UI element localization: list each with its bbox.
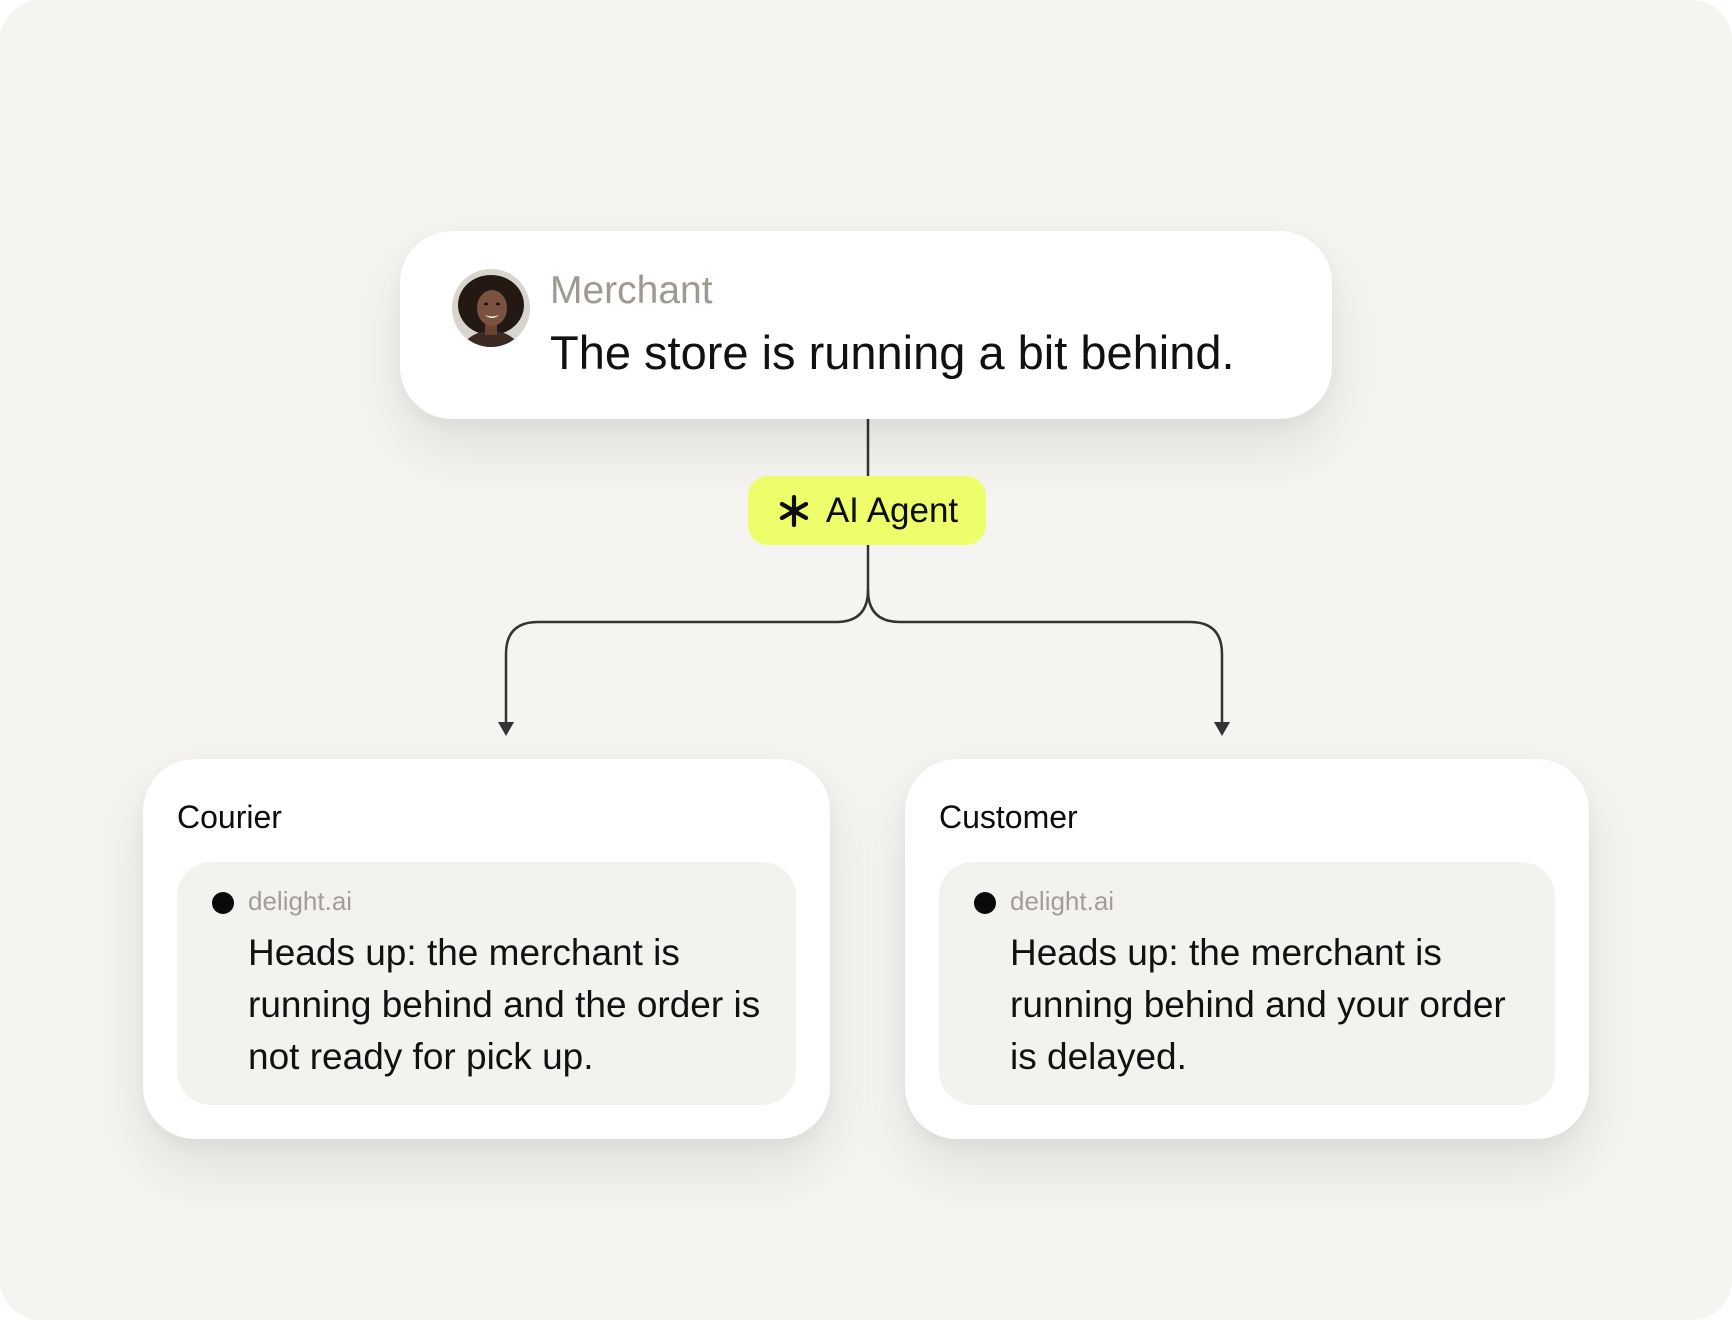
agent-to-courier-line <box>504 545 870 722</box>
customer-notification-sender: delight.ai <box>1010 886 1115 916</box>
customer-arrowhead <box>1214 722 1230 736</box>
asterisk-icon <box>779 494 809 527</box>
merchant-name: Merchant <box>550 269 713 312</box>
merchant-avatar <box>452 269 530 347</box>
courier-card: Courier delight.ai Heads up: the merchan… <box>143 759 830 1139</box>
courier-notification-text: Heads up: the merchant is running behind… <box>248 932 761 1077</box>
customer-notification: delight.ai Heads up: the merchant is run… <box>939 862 1555 1105</box>
merchant-message-card: Merchant The store is running a bit behi… <box>400 231 1332 419</box>
ai-agent-label: AI Agent <box>825 490 959 530</box>
courier-notification: delight.ai Heads up: the merchant is run… <box>177 862 796 1105</box>
courier-arrowhead <box>498 722 514 736</box>
courier-notification-sender: delight.ai <box>248 886 353 916</box>
sender-dot-icon <box>212 892 234 914</box>
courier-title: Courier <box>177 799 282 835</box>
customer-card: Customer delight.ai Heads up: the mercha… <box>905 759 1589 1139</box>
sender-dot-icon <box>974 892 996 914</box>
merchant-message: The store is running a bit behind. <box>550 326 1235 379</box>
customer-notification-text: Heads up: the merchant is running behind… <box>1010 932 1506 1077</box>
agent-to-customer-line <box>866 589 1224 722</box>
customer-title: Customer <box>939 799 1078 835</box>
ai-agent-badge: AI Agent <box>748 476 986 545</box>
diagram-canvas: Merchant The store is running a bit behi… <box>0 0 1732 1320</box>
